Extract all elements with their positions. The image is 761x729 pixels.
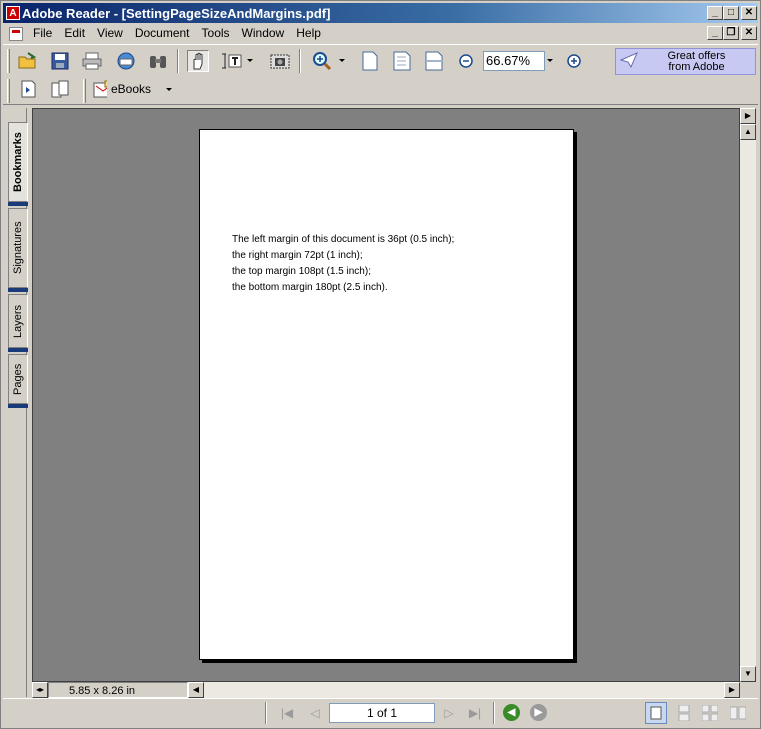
previous-view-icon[interactable]: ◀	[503, 704, 520, 721]
page-content: The left margin of this document is 36pt…	[232, 232, 454, 296]
toolbar-grip[interactable]	[7, 49, 10, 73]
ebooks-icon	[93, 80, 107, 98]
offers-label: Great offers from Adobe	[638, 50, 755, 73]
close-button[interactable]: ✕	[741, 6, 757, 20]
scroll-up-icon[interactable]: ▲	[740, 124, 756, 140]
toolbar-grip[interactable]	[7, 79, 10, 103]
zoom-in-icon[interactable]	[311, 50, 333, 72]
fit-page-icon[interactable]	[391, 50, 413, 72]
title-bar[interactable]: A Adobe Reader - [SettingPageSizeAndMarg…	[3, 3, 758, 23]
pdf-page: The left margin of this document is 36pt…	[199, 129, 574, 660]
secondary-toolbar: eBooks	[3, 75, 758, 105]
email-icon[interactable]	[115, 50, 137, 72]
window-title: Adobe Reader - [SettingPageSizeAndMargin…	[22, 5, 331, 21]
single-page-layout-icon[interactable]	[645, 702, 667, 724]
pages-view-icon[interactable]	[49, 78, 71, 100]
next-page-icon[interactable]: ▷	[439, 703, 459, 723]
doc-close-button[interactable]: ✕	[741, 26, 757, 40]
vertical-scrollbar[interactable]: ▶ ▲ ▼	[740, 108, 756, 682]
menu-tools[interactable]: Tools	[196, 25, 236, 42]
tab-signatures-marker	[8, 288, 28, 292]
menu-file[interactable]: File	[27, 25, 58, 42]
ebooks-button[interactable]: eBooks	[93, 78, 173, 100]
actual-size-icon[interactable]	[359, 50, 381, 72]
offers-line2: from Adobe	[668, 60, 725, 73]
open-icon[interactable]	[17, 50, 39, 72]
status-bar: |◀ ◁ 1 of 1 ▷ ▶| ◀ ▶	[3, 698, 758, 726]
horizontal-scroll-area: ◂▸ 5.85 x 8.26 in ◀ ▶	[32, 682, 756, 698]
search-binoculars-icon[interactable]	[147, 50, 169, 72]
split-handle-icon[interactable]: ◂▸	[32, 682, 48, 698]
menu-help[interactable]: Help	[290, 25, 327, 42]
print-icon[interactable]	[81, 50, 103, 72]
toolbar-separator	[299, 49, 301, 73]
chevron-down-icon	[165, 82, 173, 96]
facing-layout-icon[interactable]	[727, 702, 749, 724]
minimize-button[interactable]: _	[707, 6, 723, 20]
chevron-down-icon[interactable]	[545, 50, 555, 72]
doc-restore-button[interactable]: ❐	[723, 26, 739, 40]
chevron-down-icon[interactable]	[245, 50, 255, 72]
status-separator	[493, 702, 495, 724]
text-select-icon[interactable]	[221, 50, 243, 72]
menu-bar: File Edit View Document Tools Window Hel…	[3, 24, 758, 43]
zoom-out-icon[interactable]	[457, 50, 475, 72]
text-line: the right margin 72pt (1 inch);	[232, 250, 363, 261]
document-viewport[interactable]: The left margin of this document is 36pt…	[32, 108, 740, 682]
toolbar-grip[interactable]	[83, 79, 86, 103]
zoom-in-small-icon[interactable]	[565, 50, 583, 72]
menu-document[interactable]: Document	[129, 25, 196, 42]
doc-minimize-button[interactable]: _	[707, 26, 723, 40]
last-page-icon[interactable]: ▶|	[465, 703, 485, 723]
rotate-view-icon[interactable]	[17, 78, 39, 100]
save-icon[interactable]	[49, 50, 71, 72]
first-page-icon[interactable]: |◀	[277, 703, 297, 723]
text-line: the top margin 108pt (1.5 inch);	[232, 266, 371, 277]
tab-layers-marker	[8, 348, 28, 352]
tab-bookmarks[interactable]: Bookmarks	[8, 122, 28, 202]
application-window: A Adobe Reader - [SettingPageSizeAndMarg…	[0, 0, 761, 729]
scroll-left-icon[interactable]: ◀	[188, 682, 204, 698]
main-toolbar: 66.67% Great offers from Adobe	[3, 44, 758, 76]
page-number-field[interactable]: 1 of 1	[329, 703, 435, 723]
fit-width-icon[interactable]	[423, 50, 445, 72]
menu-edit[interactable]: Edit	[58, 25, 91, 42]
menu-window[interactable]: Window	[236, 25, 291, 42]
toolbar-separator	[177, 49, 179, 73]
paper-plane-icon	[619, 52, 638, 71]
page-size-readout: 5.85 x 8.26 in	[48, 682, 188, 698]
hand-tool-icon[interactable]	[187, 50, 209, 72]
tab-signatures[interactable]: Signatures	[8, 208, 28, 288]
tab-pages-marker	[8, 404, 28, 408]
tab-layers[interactable]: Layers	[8, 294, 28, 348]
document-menu-icon[interactable]	[9, 26, 23, 41]
text-line: the bottom margin 180pt (2.5 inch).	[232, 282, 388, 293]
maximize-button[interactable]: □	[723, 6, 739, 20]
adobe-reader-icon[interactable]: A	[6, 6, 20, 20]
menu-view[interactable]: View	[91, 25, 129, 42]
text-line: The left margin of this document is 36pt…	[232, 234, 455, 245]
navigation-pane: Bookmarks Signatures Layers Pages	[7, 108, 28, 697]
horizontal-scroll-track[interactable]	[204, 682, 730, 698]
tab-pages[interactable]: Pages	[8, 354, 28, 404]
scroll-down-icon[interactable]: ▼	[740, 666, 756, 682]
previous-page-icon[interactable]: ◁	[305, 703, 325, 723]
continuous-facing-layout-icon[interactable]	[699, 702, 721, 724]
ebooks-label: eBooks	[110, 82, 151, 96]
scroll-right-icon[interactable]: ▶	[724, 682, 740, 698]
continuous-layout-icon[interactable]	[673, 702, 695, 724]
status-separator	[265, 702, 267, 724]
zoom-field[interactable]: 66.67%	[483, 51, 545, 71]
next-view-icon[interactable]: ▶	[530, 704, 547, 721]
great-offers-button[interactable]: Great offers from Adobe	[615, 48, 756, 75]
tab-bookmarks-marker	[8, 202, 28, 206]
chevron-down-icon[interactable]	[337, 50, 347, 72]
snapshot-icon[interactable]	[269, 50, 291, 72]
expand-pane-arrow-icon[interactable]: ▶	[740, 108, 756, 124]
